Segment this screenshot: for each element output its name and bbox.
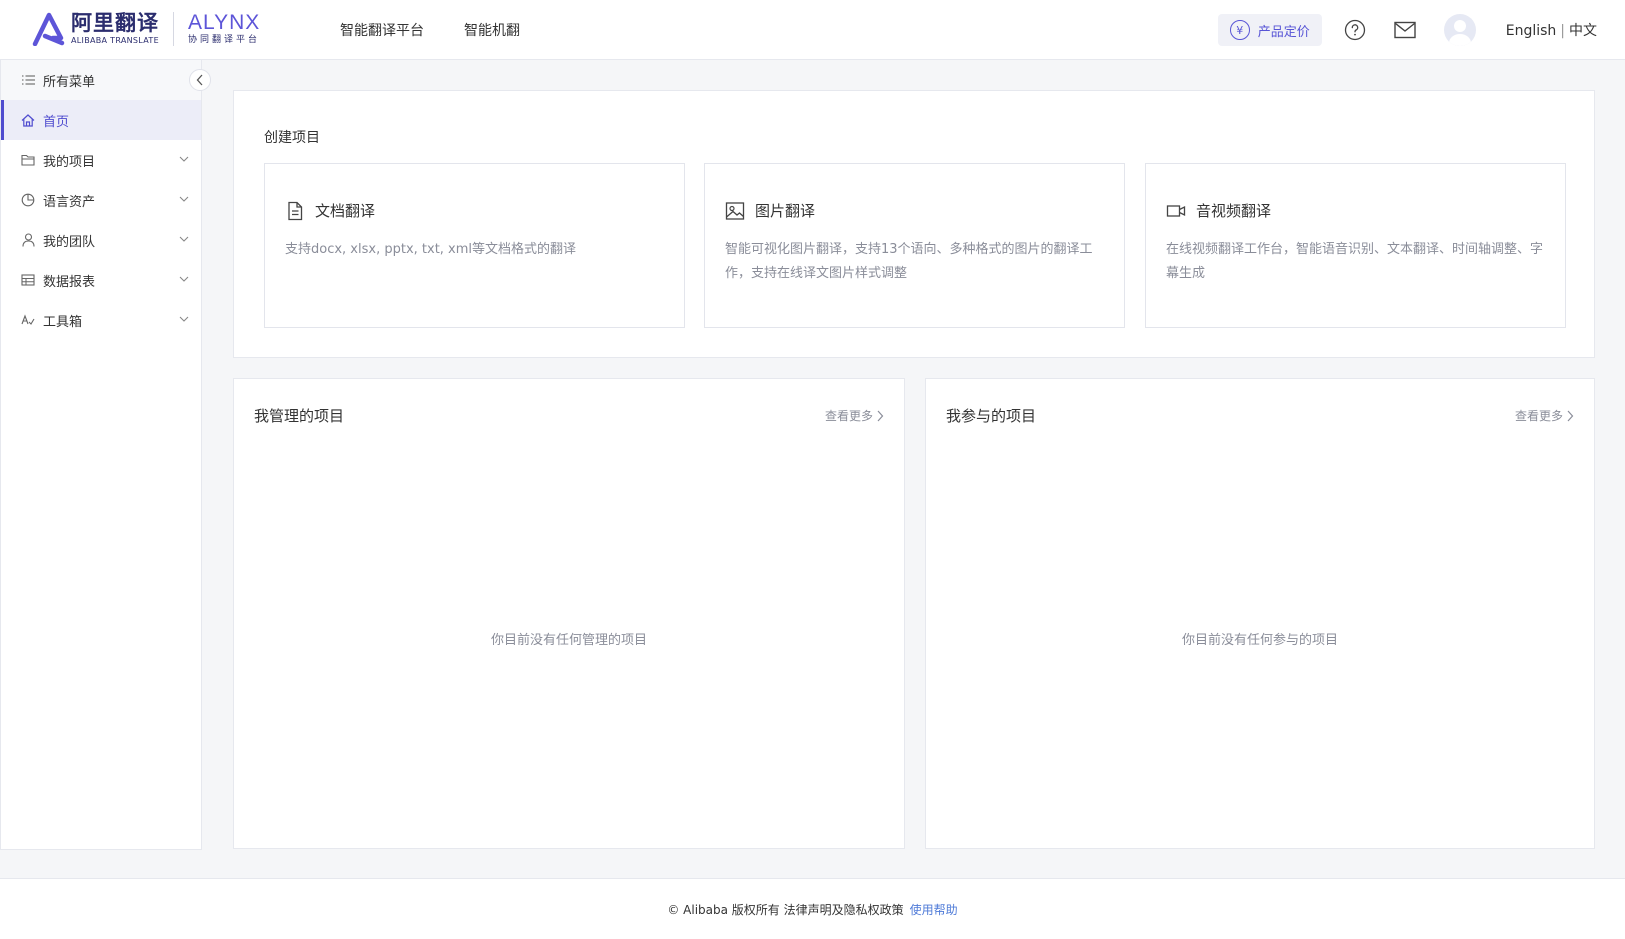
table-icon (21, 273, 35, 287)
header-actions: ¥ 产品定价 English | 中文 (1217, 0, 1597, 60)
sidebar-item-label: 我的团队 (43, 234, 96, 250)
list-icon (21, 73, 35, 87)
toolbox-icon (21, 313, 35, 327)
user-avatar[interactable] (1443, 14, 1476, 46)
managed-empty-state: 你目前没有任何管理的项目 (490, 633, 647, 648)
alibaba-translate-logo-icon (32, 12, 65, 46)
joined-projects-title: 我参与的项目 (946, 407, 1037, 425)
chevron-down-icon (179, 156, 189, 162)
card-description: 智能可视化图片翻译，支持13个语向、多种格式的图片的翻译工作，支持在线译文图片样… (725, 242, 1093, 281)
card-title: 图片翻译 (755, 202, 816, 220)
top-nav: 智能翻译平台 智能机翻 (340, 0, 560, 60)
nav-smart-translation-platform[interactable]: 智能翻译平台 (340, 20, 424, 40)
create-project-panel: 创建项目 文档翻译 支持docx, xlsx, pptx, txt, xml等文… (233, 90, 1595, 358)
pricing-button[interactable]: ¥ 产品定价 (1217, 14, 1322, 46)
language-switch: English | 中文 (1506, 20, 1597, 40)
help-icon[interactable] (1344, 19, 1366, 41)
sidebar-item-label: 首页 (43, 114, 70, 130)
card-title: 音视频翻译 (1196, 202, 1272, 220)
alynx-logo-text: ALYNX (188, 11, 261, 34)
sidebar-item-label: 我的项目 (43, 154, 96, 170)
video-icon (1166, 201, 1186, 221)
document-icon (285, 201, 305, 221)
lang-english[interactable]: English (1506, 23, 1557, 39)
logo-en-text: ALIBABA TRANSLATE (71, 36, 159, 45)
joined-projects-panel: 我参与的项目 查看更多 你目前没有任何参与的项目 (925, 378, 1595, 849)
view-more-label: 查看更多 (1514, 409, 1563, 423)
lang-separator: | (1560, 23, 1565, 39)
sidebar-item-label: 语言资产 (43, 194, 96, 210)
logo[interactable]: 阿里翻译 ALIBABA TRANSLATE ALYNX 协同翻译平台 (31, 12, 260, 46)
sidebar-item-my-team[interactable]: 我的团队 (1, 220, 201, 260)
image-translation-card[interactable]: 图片翻译 智能可视化图片翻译，支持13个语向、多种格式的图片的翻译工作，支持在线… (704, 163, 1125, 328)
image-icon (725, 201, 745, 221)
alynx-subtitle: 协同翻译平台 (188, 35, 261, 45)
sidebar-item-language-assets[interactable]: 语言资产 (1, 180, 201, 220)
sidebar-item-data-reports[interactable]: 数据报表 (1, 260, 201, 300)
view-more-label: 查看更多 (824, 409, 873, 423)
footer: © Alibaba 版权所有 法律声明及隐私权政策 使用帮助 (0, 878, 1625, 939)
all-menu-label: 所有菜单 (43, 74, 96, 90)
chevron-down-icon (179, 316, 189, 322)
chevron-right-icon (877, 410, 884, 421)
sidebar: 所有菜单 首页 我的项目 语言资产 我的团队 数据报表 工具箱 (0, 60, 211, 850)
footer-copyright[interactable]: © Alibaba 版权所有 法律声明及隐私权政策 (667, 901, 903, 918)
collapse-sidebar-button[interactable] (189, 69, 211, 91)
pricing-label: 产品定价 (1257, 24, 1310, 40)
lang-chinese[interactable]: 中文 (1569, 23, 1597, 39)
chevron-left-icon (196, 74, 203, 86)
managed-projects-title: 我管理的项目 (254, 407, 345, 425)
create-project-title: 创建项目 (264, 130, 320, 146)
card-description: 支持docx, xlsx, pptx, txt, xml等文档格式的翻译 (285, 242, 577, 257)
sidebar-item-home[interactable]: 首页 (1, 100, 201, 140)
top-header: 阿里翻译 ALIBABA TRANSLATE ALYNX 协同翻译平台 智能翻译… (0, 0, 1625, 60)
chevron-down-icon (179, 196, 189, 202)
folder-icon (21, 153, 35, 167)
joined-empty-state: 你目前没有任何参与的项目 (1181, 633, 1338, 648)
home-icon (21, 113, 35, 127)
user-icon (21, 233, 35, 247)
chevron-down-icon (179, 276, 189, 282)
joined-view-more-link[interactable]: 查看更多 (1515, 407, 1574, 424)
yen-icon: ¥ (1229, 20, 1250, 40)
sidebar-item-my-projects[interactable]: 我的项目 (1, 140, 201, 180)
card-description: 在线视频翻译工作台，智能语音识别、文本翻译、时间轴调整、字幕生成 (1166, 242, 1544, 281)
sidebar-item-toolbox[interactable]: 工具箱 (1, 300, 201, 340)
sidebar-item-label: 工具箱 (43, 314, 83, 330)
nav-machine-translation[interactable]: 智能机翻 (464, 20, 520, 40)
chevron-down-icon (179, 236, 189, 242)
sidebar-item-label: 数据报表 (43, 274, 96, 290)
mail-icon[interactable] (1394, 19, 1416, 41)
logo-cn-text: 阿里翻译 (71, 11, 159, 35)
document-translation-card[interactable]: 文档翻译 支持docx, xlsx, pptx, txt, xml等文档格式的翻… (264, 163, 685, 328)
pie-chart-icon (21, 193, 35, 207)
all-menu-header[interactable]: 所有菜单 (1, 60, 211, 100)
card-title: 文档翻译 (315, 202, 376, 220)
managed-view-more-link[interactable]: 查看更多 (825, 407, 884, 424)
chevron-right-icon (1567, 410, 1574, 421)
footer-help-link[interactable]: 使用帮助 (910, 901, 958, 918)
logo-divider (173, 12, 174, 46)
managed-projects-panel: 我管理的项目 查看更多 你目前没有任何管理的项目 (233, 378, 905, 849)
video-translation-card[interactable]: 音视频翻译 在线视频翻译工作台，智能语音识别、文本翻译、时间轴调整、字幕生成 (1145, 163, 1566, 328)
